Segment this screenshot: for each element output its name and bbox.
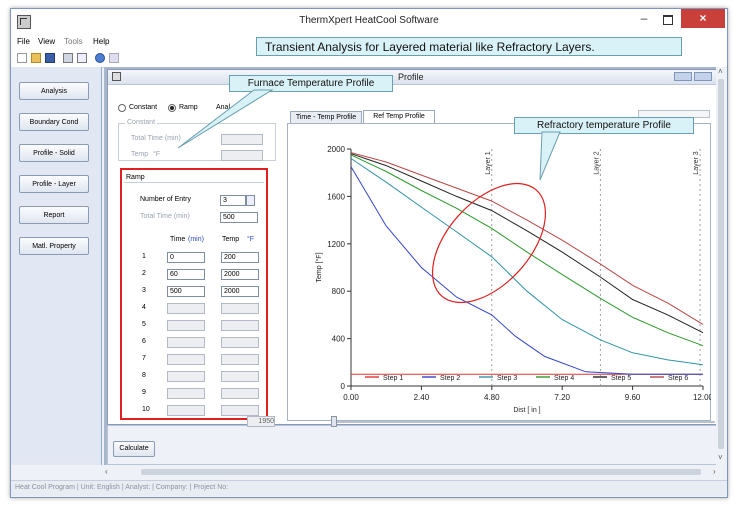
furnace-callout-pointer bbox=[177, 89, 274, 149]
annotation-overlay bbox=[177, 89, 561, 304]
refractory-callout-pointer bbox=[539, 131, 561, 181]
highlight-ellipse bbox=[431, 182, 547, 304]
